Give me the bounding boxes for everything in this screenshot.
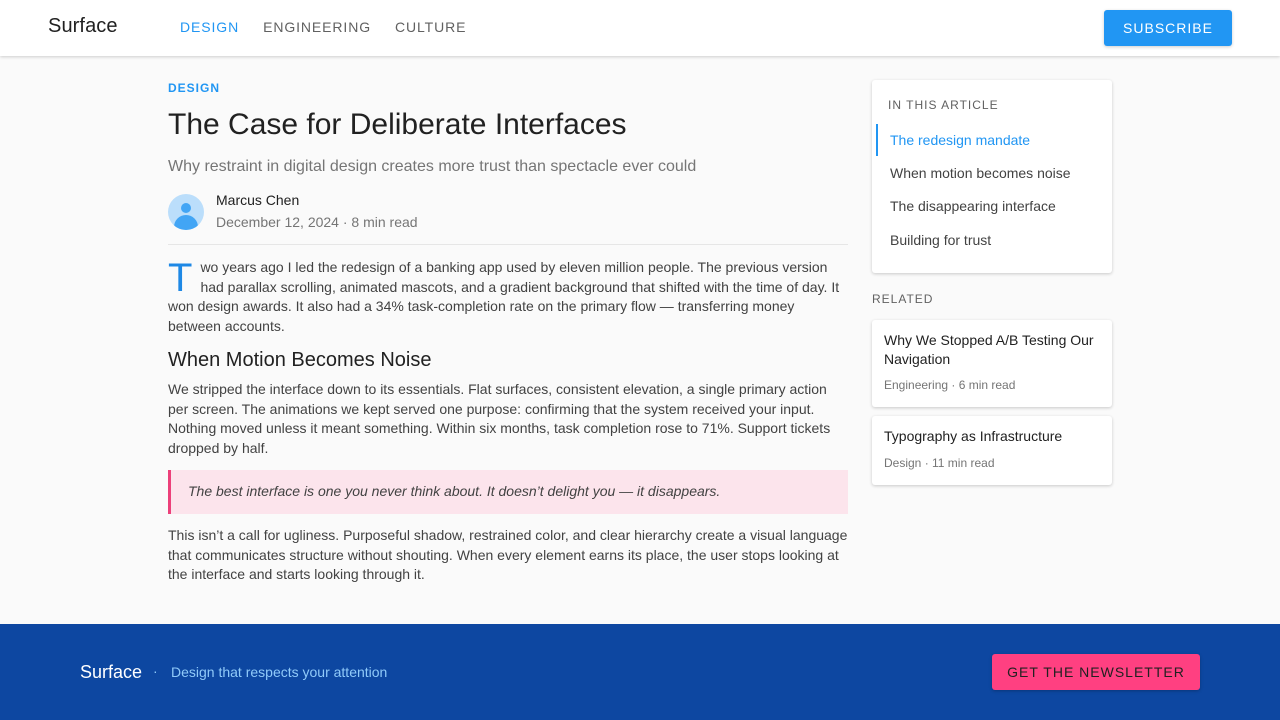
related-card-title: Why We Stopped A/B Testing Our Navigatio… bbox=[884, 332, 1094, 367]
footer: Surface · Design that respects your atte… bbox=[0, 624, 1280, 720]
nav-link-engineering[interactable]: ENGINEERING bbox=[263, 19, 371, 35]
paragraph-intro: Two years ago I led the redesign of a ba… bbox=[168, 258, 848, 336]
related-card-meta: Engineering · 6 min read bbox=[884, 378, 1016, 392]
article-subtitle: Why restraint in digital design creates … bbox=[168, 158, 697, 175]
footer-separator: · bbox=[153, 663, 158, 679]
drop-cap: T bbox=[168, 256, 193, 300]
related-heading: RELATED bbox=[872, 292, 934, 306]
nav-link-design[interactable]: DESIGN bbox=[180, 19, 239, 35]
top-app-bar: Surface DESIGN ENGINEERING CULTURE SUBSC… bbox=[0, 0, 1280, 56]
toc-heading: IN THIS ARTICLE bbox=[888, 98, 999, 112]
main-nav: DESIGN ENGINEERING CULTURE bbox=[180, 19, 466, 35]
nav-link-culture[interactable]: CULTURE bbox=[395, 19, 466, 35]
author-avatar[interactable] bbox=[168, 194, 204, 230]
footer-tagline: Design that respects your attention bbox=[171, 664, 388, 680]
brand-logo[interactable]: Surface bbox=[48, 15, 118, 38]
toc-item-redesign-mandate[interactable]: The redesign mandate bbox=[876, 124, 1108, 156]
divider bbox=[168, 244, 848, 245]
footer-brand[interactable]: Surface bbox=[80, 662, 142, 683]
related-card[interactable]: Typography as Infrastructure Design · 11… bbox=[872, 416, 1112, 485]
person-icon-head bbox=[181, 203, 191, 213]
article-meta: December 12, 2024 · 8 min read bbox=[216, 214, 418, 230]
pull-quote: The best interface is one you never thin… bbox=[168, 470, 848, 514]
related-card[interactable]: Why We Stopped A/B Testing Our Navigatio… bbox=[872, 320, 1112, 407]
newsletter-button[interactable]: GET THE NEWSLETTER bbox=[992, 654, 1200, 690]
related-card-title: Typography as Infrastructure bbox=[884, 428, 1063, 444]
paragraph-intro-text: wo years ago I led the redesign of a ban… bbox=[168, 259, 840, 334]
section-heading: When Motion Becomes Noise bbox=[168, 349, 432, 371]
paragraph-body: We stripped the interface down to its es… bbox=[168, 381, 831, 456]
toc-item-disappearing-interface[interactable]: The disappearing interface bbox=[876, 190, 1108, 222]
toc-item-motion-noise[interactable]: When motion becomes noise bbox=[876, 157, 1108, 189]
article-title: The Case for Deliberate Interfaces bbox=[168, 108, 627, 141]
related-card-meta: Design · 11 min read bbox=[884, 456, 995, 470]
paragraph-closing: This isn’t a call for ugliness. Purposef… bbox=[168, 527, 848, 583]
table-of-contents: IN THIS ARTICLE The redesign mandate Whe… bbox=[872, 80, 1112, 273]
article-category[interactable]: DESIGN bbox=[168, 81, 220, 95]
subscribe-button[interactable]: SUBSCRIBE bbox=[1104, 10, 1232, 46]
author-name[interactable]: Marcus Chen bbox=[216, 192, 299, 208]
person-icon-body bbox=[174, 215, 198, 230]
toc-item-building-trust[interactable]: Building for trust bbox=[876, 224, 1108, 256]
